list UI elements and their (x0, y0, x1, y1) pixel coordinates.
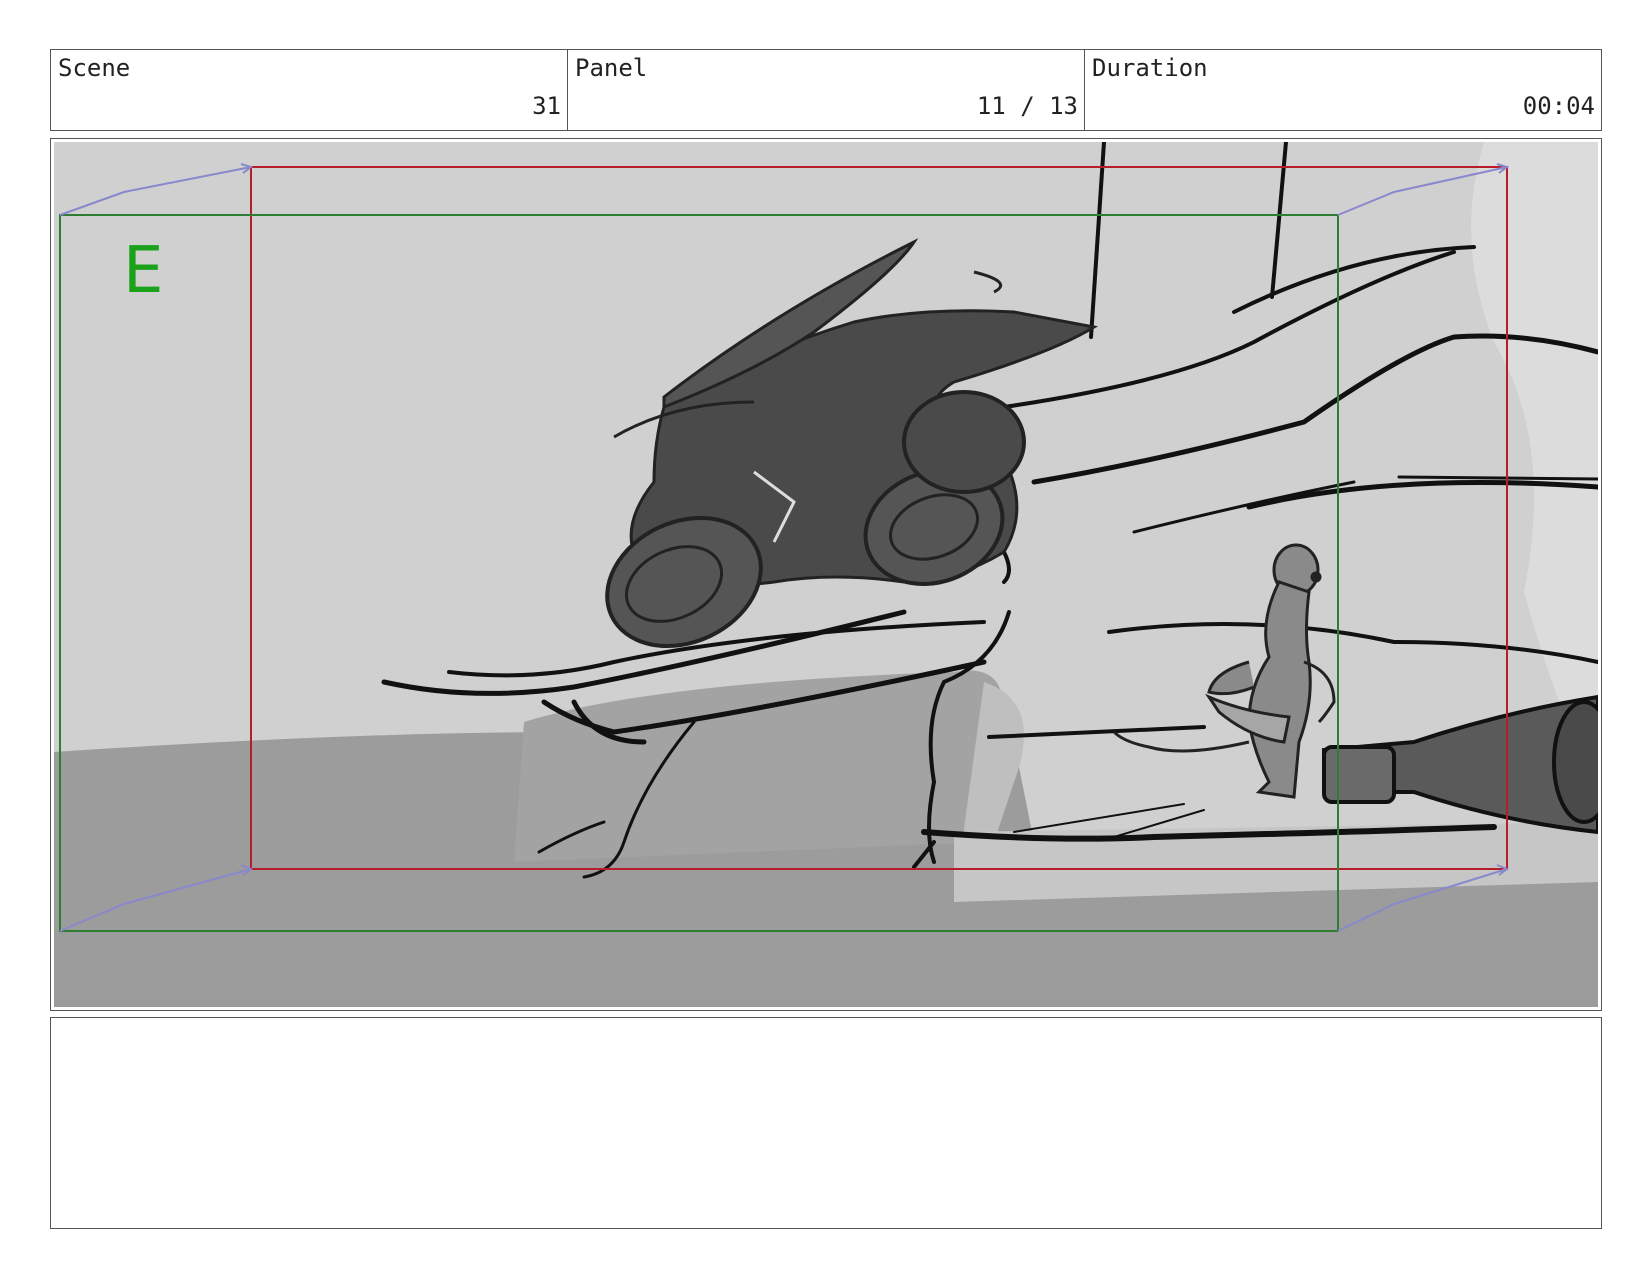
duration-label: Duration (1092, 54, 1208, 82)
panel-value: 11 / 13 (976, 92, 1078, 120)
storyboard-frame: E (50, 138, 1602, 1011)
panel-cell: Panel 11 / 13 (568, 50, 1085, 130)
panel-label: Panel (575, 54, 648, 82)
scene-cell: Scene 31 (51, 50, 568, 130)
scene-value: 31 (532, 92, 561, 120)
sketch-drawing (54, 142, 1598, 1007)
duration-value: 00:04 (1522, 92, 1595, 120)
notes-area[interactable] (50, 1017, 1602, 1229)
camera-mark-label: E (123, 234, 164, 308)
scene-label: Scene (58, 54, 131, 82)
duration-cell: Duration 00:04 (1085, 50, 1601, 130)
panel-header: Scene 31 Panel 11 / 13 Duration 00:04 (50, 49, 1602, 131)
